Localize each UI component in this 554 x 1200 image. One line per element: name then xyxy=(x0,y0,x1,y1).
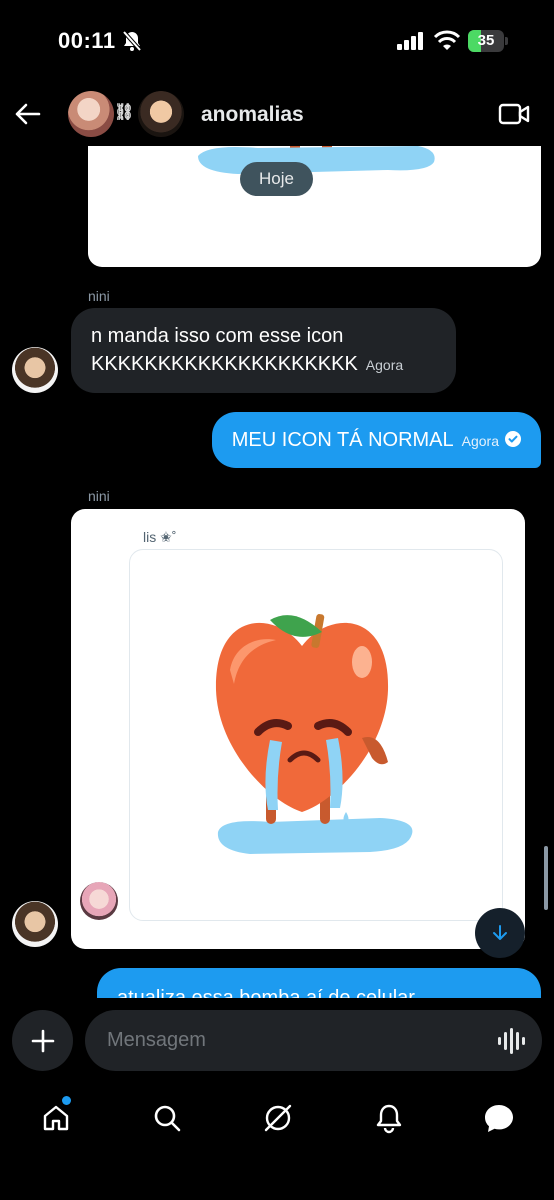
group-avatars[interactable]: ⛓ xyxy=(68,90,188,138)
status-time: 00:11 xyxy=(58,28,116,53)
sticker-author-avatar[interactable] xyxy=(80,882,118,920)
back-arrow-icon[interactable] xyxy=(14,102,42,131)
conversation-title[interactable]: anomalias xyxy=(201,103,304,127)
avatar[interactable] xyxy=(12,901,58,947)
message-composer xyxy=(0,998,554,1084)
bell-off-icon xyxy=(122,30,142,57)
scrollbar-thumb[interactable] xyxy=(544,846,548,910)
avatar xyxy=(138,91,184,137)
wifi-icon xyxy=(433,30,461,57)
messages-icon xyxy=(485,1105,513,1132)
tab-grok[interactable] xyxy=(258,1098,298,1138)
read-check-icon xyxy=(505,431,521,452)
sender-name: nini xyxy=(88,288,110,304)
message-text: atualiza essa bomba aí de celular xyxy=(117,987,415,998)
bell-icon xyxy=(376,1104,402,1134)
message-time: Agora xyxy=(461,433,499,449)
status-bar: 00:11 35 xyxy=(0,0,554,84)
shared-post-message[interactable]: lis ✬˚ xyxy=(71,509,525,949)
quoted-author: lis ✬˚ xyxy=(143,529,177,545)
video-call-icon[interactable] xyxy=(498,102,530,131)
battery-icon: 35 xyxy=(468,30,508,52)
home-icon xyxy=(43,1105,69,1131)
tab-explore[interactable] xyxy=(147,1098,187,1138)
avatar xyxy=(68,91,114,137)
message-text-line: KKKKKKKKKKKKKKKKKKKK xyxy=(91,353,358,375)
notification-dot xyxy=(62,1096,71,1105)
conversation-header: ⛓ anomalias xyxy=(0,84,554,146)
quoted-media[interactable] xyxy=(129,549,503,921)
sender-name: nini xyxy=(88,488,110,504)
avatar[interactable] xyxy=(12,347,58,393)
chain-icon: ⛓ xyxy=(114,104,135,121)
outgoing-message[interactable]: MEU ICON TÁ NORMAL Agora xyxy=(211,412,541,468)
bottom-tab-bar xyxy=(0,1084,554,1200)
tab-home[interactable] xyxy=(36,1098,76,1138)
message-text: n manda isso com esse icon xyxy=(91,325,344,347)
grok-icon xyxy=(264,1104,292,1132)
arrow-down-icon xyxy=(493,925,507,940)
message-text: KKKKKKKKKKKKKKKKKKKK Agora xyxy=(91,350,436,379)
tab-notifications[interactable] xyxy=(369,1098,409,1138)
message-input[interactable] xyxy=(85,1010,542,1071)
scroll-to-bottom-button[interactable] xyxy=(475,908,525,958)
voice-message-icon[interactable] xyxy=(497,1028,525,1059)
signal-icon xyxy=(397,32,425,55)
add-media-button[interactable] xyxy=(12,1010,73,1071)
message-time: Agora xyxy=(365,357,404,373)
peach-sticker-image xyxy=(198,146,435,174)
incoming-message[interactable]: n manda isso com esse icon KKKKKKKKKKKKK… xyxy=(71,308,456,393)
message-text: MEU ICON TÁ NORMAL xyxy=(231,429,454,451)
crying-peach-sticker xyxy=(215,614,413,854)
search-icon xyxy=(154,1105,181,1132)
date-divider: Hoje xyxy=(240,162,313,196)
message-list[interactable]: Hoje nini n manda isso com esse icon KKK… xyxy=(0,146,554,998)
battery-percent: 35 xyxy=(477,32,495,49)
battery-tip xyxy=(505,37,508,45)
media-message[interactable] xyxy=(88,146,541,267)
plus-icon xyxy=(31,1029,54,1052)
tab-messages[interactable] xyxy=(479,1098,519,1138)
outgoing-message[interactable]: atualiza essa bomba aí de celular xyxy=(97,968,541,998)
battery-body: 35 xyxy=(468,30,504,52)
